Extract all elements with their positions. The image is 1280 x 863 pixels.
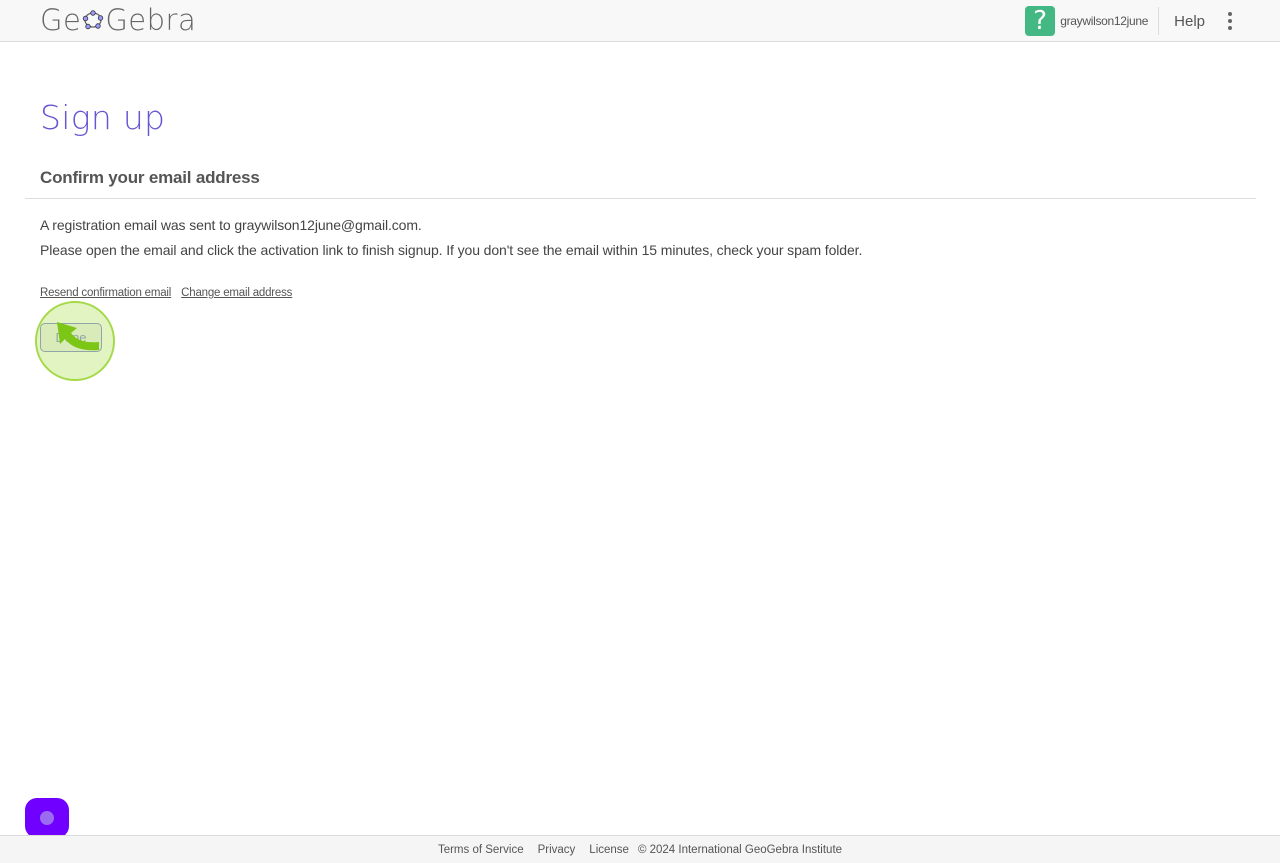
more-vertical-icon[interactable]	[1220, 0, 1240, 42]
geogebra-logo[interactable]: Ge Gebra	[40, 3, 197, 37]
dot	[1228, 12, 1232, 16]
chat-bubble-icon	[40, 811, 54, 825]
terms-of-service-link[interactable]: Terms of Service	[438, 844, 524, 856]
help-link[interactable]: Help	[1159, 0, 1220, 42]
logo-text-right: Gebra	[105, 3, 197, 37]
username-label[interactable]: graywilson12june	[1060, 7, 1160, 35]
activation-instructions: Please open the email and click the acti…	[40, 242, 863, 258]
dot	[1228, 19, 1232, 23]
done-button[interactable]: Done	[40, 323, 102, 352]
top-header: Ge Gebra ? graywilson12june Help	[0, 0, 1280, 42]
page-title: Sign up	[40, 98, 166, 137]
page-footer: Terms of Service Privacy License © 2024 …	[0, 835, 1280, 863]
dot	[1228, 26, 1232, 30]
geogebra-pentagon-icon	[83, 10, 104, 30]
user-avatar[interactable]: ?	[1025, 6, 1056, 36]
license-link[interactable]: License	[589, 844, 629, 856]
section-subtitle: Confirm your email address	[40, 168, 260, 187]
header-user-area: ? graywilson12june Help	[1025, 0, 1280, 42]
privacy-link[interactable]: Privacy	[538, 844, 576, 856]
registration-message: A registration email was sent to graywil…	[40, 217, 422, 233]
change-email-link[interactable]: Change email address	[181, 287, 292, 299]
logo-text-left: Ge	[40, 3, 82, 37]
question-mark-icon: ?	[1033, 6, 1048, 36]
section-divider	[25, 198, 1256, 199]
copyright-text: © 2024 International GeoGebra Institute	[637, 843, 843, 856]
resend-confirmation-link[interactable]: Resend confirmation email	[40, 287, 171, 299]
email-actions: Resend confirmation email Change email a…	[40, 287, 292, 299]
chat-widget-button[interactable]	[25, 798, 69, 838]
